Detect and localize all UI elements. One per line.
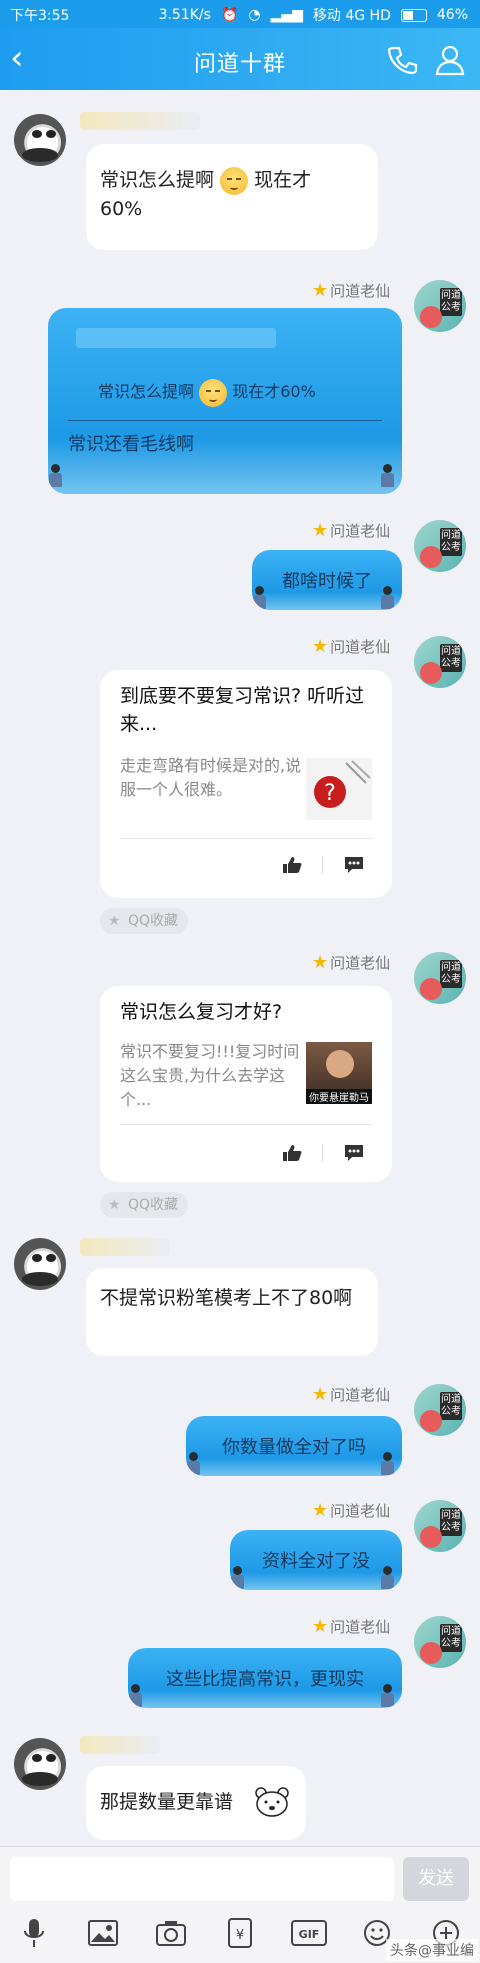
avatar-self[interactable]: 问道 公考 — [414, 952, 466, 1004]
star-badge-icon: ★ — [312, 280, 329, 301]
star-badge-icon: ★ — [312, 1616, 329, 1637]
microphone-icon[interactable] — [16, 1915, 52, 1951]
shared-article-card[interactable]: 常识怎么复习才好? 常识不要复习!!!复习时间这么宝贵,为什么去学这个... 你… — [100, 986, 392, 1182]
network-type: 移动 4G HD — [312, 8, 391, 24]
bubble-decoration-icon — [378, 464, 396, 488]
message-bubble[interactable]: 那提数量更靠谱 — [86, 1766, 306, 1840]
card-thumbnail: ? — [306, 758, 372, 820]
thumbs-up-icon[interactable] — [282, 1144, 302, 1162]
message-bubble[interactable]: 你数量做全对了吗 — [186, 1416, 402, 1476]
thumbs-up-icon[interactable] — [282, 856, 302, 874]
bubble-decoration-icon — [378, 1566, 396, 1590]
phone-icon[interactable] — [386, 44, 418, 76]
camera-icon[interactable] — [153, 1915, 189, 1951]
avatar-label: 问道 公考 — [440, 528, 462, 556]
comment-icon[interactable] — [344, 1144, 364, 1162]
bear-emoji-icon — [255, 1787, 289, 1817]
bubble-decoration-icon — [252, 586, 268, 610]
card-description: 走走弯路有时候是对的,说服一个人很难。 — [120, 756, 302, 799]
svg-text:¥: ¥ — [236, 1928, 244, 1943]
sender-nickname: ★ 问道老仙 — [312, 280, 391, 301]
avatar-member[interactable] — [14, 114, 66, 166]
bubble-decoration-icon — [378, 1684, 396, 1708]
member-nickname — [80, 1238, 170, 1256]
bubble-decoration-icon — [230, 1566, 246, 1590]
relieved-emoji-icon — [220, 166, 249, 195]
status-time: 下午3:55 — [10, 8, 70, 24]
card-description: 常识不要复习!!!复习时间这么宝贵,为什么去学这个... — [120, 1042, 300, 1109]
reply-text: 常识还看毛线啊 — [68, 434, 194, 455]
sender-nickname: ★ 问道老仙 — [312, 1616, 391, 1637]
qq-favorites-tag[interactable]: QQ收藏 — [100, 908, 189, 934]
shared-article-card[interactable]: 到底要不要复习常识? 听听过来... 走走弯路有时候是对的,说服一个人很难。 ? — [100, 670, 392, 898]
status-bar: 下午3:55 3.51K/s ⏰ ◔ ▂▄▆ 移动 4G HD 46% — [0, 0, 480, 28]
network-speed: 3.51K/s — [158, 7, 211, 23]
quoted-text: 常识怎么提啊 现在才60% — [98, 378, 316, 407]
star-badge-icon: ★ — [312, 636, 329, 657]
wifi-icon: ◔ — [248, 7, 261, 23]
avatar-self[interactable]: 问道 公考 — [414, 1384, 466, 1436]
bubble-decoration-icon — [186, 1452, 202, 1476]
group-members-icon[interactable] — [434, 44, 466, 76]
message-input[interactable] — [10, 1857, 394, 1901]
thumbnail-caption: 你要悬崖勒马 — [306, 1089, 372, 1104]
bubble-decoration-icon — [128, 1684, 144, 1708]
message-bubble[interactable]: 不提常识粉笔模考上不了80啊 — [86, 1268, 378, 1356]
message-bubble[interactable]: 这些比提高常识，更现实 — [128, 1648, 402, 1708]
sender-nickname: ★ 问道老仙 — [312, 1500, 391, 1521]
avatar-self[interactable]: 问道 公考 — [414, 280, 466, 332]
avatar-label: 问道 公考 — [440, 960, 462, 988]
bubble-decoration-icon — [378, 586, 396, 610]
gif-icon[interactable]: GIF — [290, 1915, 327, 1951]
avatar-label: 问道 公考 — [440, 288, 462, 316]
sender-nickname: ★ 问道老仙 — [312, 636, 391, 657]
message-bubble[interactable]: 都啥时候了 — [252, 550, 402, 610]
avatar-label: 问道 公考 — [440, 644, 462, 672]
qq-favorites-tag[interactable]: QQ收藏 — [100, 1192, 189, 1218]
avatar-self[interactable]: 问道 公考 — [414, 636, 466, 688]
avatar-self[interactable]: 问道 公考 — [414, 520, 466, 572]
battery-icon — [400, 8, 427, 22]
svg-text:GIF: GIF — [298, 1928, 319, 1941]
send-button[interactable]: 发送 — [403, 1857, 469, 1901]
avatar-member[interactable] — [14, 1238, 66, 1290]
svg-text:?: ? — [324, 781, 336, 806]
message-bubble[interactable]: 常识怎么提啊 现在才 60% — [86, 144, 378, 250]
relieved-emoji-icon — [199, 378, 228, 407]
quote-reply-bubble[interactable]: 常识怎么提啊 现在才60% 常识还看毛线啊 — [48, 308, 402, 494]
member-nickname — [80, 112, 200, 130]
battery-level: 46% — [436, 7, 468, 23]
avatar-member[interactable] — [14, 1738, 66, 1790]
bubble-decoration-icon — [48, 464, 64, 488]
member-nickname — [80, 1736, 160, 1754]
star-badge-icon: ★ — [312, 520, 329, 541]
comment-icon[interactable] — [344, 856, 364, 874]
star-badge-icon: ★ — [312, 1500, 329, 1521]
sender-nickname: ★ 问道老仙 — [312, 952, 391, 973]
avatar-label: 问道 公考 — [440, 1392, 462, 1420]
star-badge-icon: ★ — [312, 952, 329, 973]
image-icon[interactable] — [85, 1915, 121, 1951]
avatar-self[interactable]: 问道 公考 — [414, 1500, 466, 1552]
sender-nickname: ★ 问道老仙 — [312, 1384, 391, 1405]
message-bubble[interactable]: 资料全对了没 — [230, 1530, 402, 1590]
avatar-label: 问道 公考 — [440, 1508, 462, 1536]
sender-nickname: ★ 问道老仙 — [312, 520, 391, 541]
card-thumbnail: 你要悬崖勒马 — [306, 1042, 372, 1104]
avatar-label: 问道 公考 — [440, 1624, 462, 1652]
card-title: 到底要不要复习常识? 听听过来... — [120, 685, 365, 735]
watermark: 头条@事业编 — [386, 1939, 478, 1961]
signal-icon: ▂▄▆ — [270, 7, 303, 23]
alarm-icon: ⏰ — [220, 7, 239, 23]
red-packet-icon[interactable]: ¥ — [222, 1915, 258, 1951]
chat-header: ‹ 问道十群 — [0, 28, 480, 90]
avatar-self[interactable]: 问道 公考 — [414, 1616, 466, 1668]
bubble-decoration-icon — [378, 1452, 396, 1476]
message-composer: 发送 ¥ GIF 头条@事业编 — [0, 1846, 480, 1963]
star-badge-icon: ★ — [312, 1384, 329, 1405]
card-title: 常识怎么复习才好? — [120, 1001, 283, 1023]
